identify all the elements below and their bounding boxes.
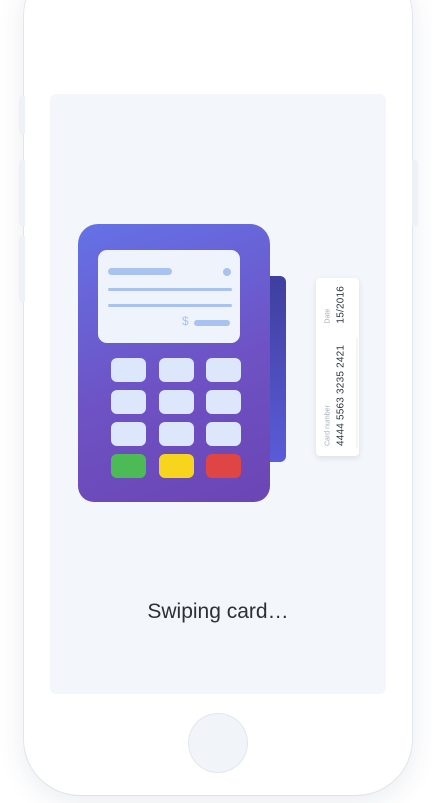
card-number-value: 4444 5563 3235 2421 bbox=[335, 344, 346, 446]
keypad-key[interactable] bbox=[206, 390, 241, 414]
terminal-display: $ bbox=[98, 250, 240, 343]
status-text: Swiping card… bbox=[147, 600, 289, 623]
display-indicator-dot bbox=[223, 268, 231, 276]
card-date-field: Date 15/2016 bbox=[324, 286, 346, 324]
display-line bbox=[108, 304, 232, 307]
credit-card: Card number 4444 5563 3235 2421 Date 15/… bbox=[316, 278, 359, 456]
keypad-key[interactable] bbox=[206, 358, 241, 382]
yellow-action-key[interactable] bbox=[158, 454, 194, 478]
volume-up-button bbox=[19, 160, 25, 226]
display-line bbox=[108, 288, 232, 291]
keypad-key[interactable] bbox=[158, 390, 194, 414]
currency-symbol: $ bbox=[182, 314, 189, 328]
keypad-key[interactable] bbox=[111, 422, 146, 446]
keypad-key[interactable] bbox=[206, 422, 241, 446]
mute-switch bbox=[19, 96, 25, 134]
card-number-label: Card number bbox=[324, 405, 331, 446]
card-number-field: Card number 4444 5563 3235 2421 bbox=[324, 345, 346, 446]
card-date-label: Date bbox=[324, 308, 331, 324]
payment-terminal: $ bbox=[78, 224, 270, 502]
card-date-value: 15/2016 bbox=[335, 286, 346, 324]
keypad-key[interactable] bbox=[158, 422, 194, 446]
home-button[interactable] bbox=[188, 713, 248, 773]
phone-screen: Card number 4444 5563 3235 2421 Date 15/… bbox=[50, 94, 386, 694]
display-amount-bar bbox=[194, 320, 230, 326]
keypad-key[interactable] bbox=[158, 358, 194, 382]
volume-down-button bbox=[19, 236, 25, 302]
card-divider bbox=[356, 338, 357, 448]
keypad-key[interactable] bbox=[111, 390, 146, 414]
red-action-key[interactable] bbox=[206, 454, 241, 478]
green-action-key[interactable] bbox=[111, 454, 146, 478]
keypad-key[interactable] bbox=[111, 358, 146, 382]
display-title-bar bbox=[108, 268, 172, 275]
power-button bbox=[412, 160, 418, 226]
